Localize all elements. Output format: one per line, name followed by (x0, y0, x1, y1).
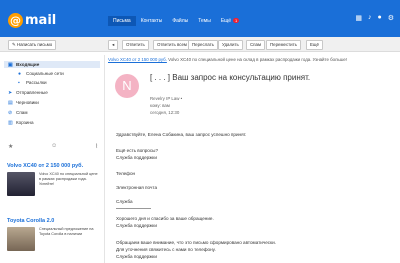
body-line: Служба поддержки (116, 155, 157, 160)
ad-block-volvo[interactable]: Volvo XC40 от 2 150 000 руб. Volvo XC40 … (7, 163, 102, 196)
forward-button[interactable]: Переслать (188, 40, 218, 50)
body-line: Обращаем ваше внимание, что это письмо с… (116, 240, 276, 245)
social-icon: ● (18, 70, 22, 77)
folder-label: Отправленные (16, 90, 48, 95)
toolbar: ✎ Написать письмо ◂ Ответить Ответить вс… (0, 37, 400, 52)
ad-line: Volvo XC40 от 2 150 000 руб. Volvo XC40 … (108, 57, 400, 65)
logo-text: mail (25, 12, 57, 28)
folder-label: Черновики (16, 100, 39, 105)
signature-divider (116, 208, 151, 209)
folder-drafts[interactable]: ▤ Черновики (8, 99, 39, 106)
nav-more-label: Ещё (220, 18, 232, 24)
top-icons: ▦ ♪ ● ⚙ (355, 14, 394, 22)
body-line: Ещё есть вопросы? (116, 148, 158, 153)
ad-image (7, 227, 35, 251)
folder-label: Корзина (16, 120, 34, 125)
back-button[interactable]: ◂ (108, 40, 119, 50)
grid-icon[interactable]: ▦ (355, 14, 362, 22)
ad-block-toyota[interactable]: Toyota Corolla 2.0 Специальный предложен… (7, 218, 102, 251)
trash-icon: ▥ (8, 119, 13, 126)
ad-line-link[interactable]: Volvo XC40 от 2 150 000 руб. (108, 57, 167, 62)
folder-social[interactable]: ● Социальные сети (18, 70, 64, 77)
body-line: Для уточнения свяжитесь с нами по телефо… (116, 247, 216, 252)
compose-label: Написать письмо (16, 42, 53, 47)
attach-icon[interactable]: ⌇ (95, 143, 98, 150)
folder-label: Спам (16, 110, 28, 115)
top-bar: @ mail Письма Контакты Файлы Темы Ещё 1 ▦ … (0, 0, 400, 37)
ad-title: Toyota Corolla 2.0 (7, 218, 55, 224)
folder-sent[interactable]: ➤ Отправленные (8, 89, 48, 96)
mail-logo[interactable]: @ mail (8, 12, 56, 28)
body-line: Электронная почта (116, 185, 157, 190)
sidebar: ▣ Входящие ● Социальные сети ▪ Рассылки ➤ От… (0, 55, 105, 263)
reply-all-button[interactable]: Ответить всем (153, 40, 191, 50)
folder-trash[interactable]: ▥ Корзина (8, 119, 34, 126)
body-line: Служба поддержки (116, 223, 157, 228)
star-icon[interactable]: ★ (8, 143, 13, 150)
folder-inbox[interactable]: ▣ Входящие (4, 61, 100, 68)
user-icon[interactable]: ☺ (51, 143, 57, 150)
nav-contacts[interactable]: Контакты (136, 16, 168, 26)
ad-title: Volvo XC40 от 2 150 000 руб. (7, 163, 84, 169)
newsletter-icon: ▪ (18, 79, 20, 86)
compose-button[interactable]: ✎ Написать письмо (8, 40, 57, 50)
recipient-line: кому: вам (150, 103, 170, 108)
side-icons: ★ ☺ ⌇ (8, 143, 98, 150)
unread-badge: 1 (233, 18, 240, 23)
ad-line-text: Volvo XC40 по специальной цене на склад … (168, 57, 348, 62)
main-nav: Письма Контакты Файлы Темы Ещё 1 (108, 16, 244, 26)
spam-button[interactable]: Спам (246, 40, 266, 50)
nav-letters[interactable]: Письма (108, 16, 136, 26)
folder-newsletters[interactable]: ▪ Рассылки (18, 79, 47, 86)
folder-label: Входящие (16, 62, 40, 67)
sender-avatar: N (115, 74, 139, 98)
body-line: Служба (116, 199, 133, 204)
user-icon[interactable]: ● (377, 14, 381, 22)
gear-icon[interactable]: ⚙ (388, 14, 394, 22)
ad-image (7, 172, 35, 196)
reply-button[interactable]: Ответить (122, 40, 149, 50)
body-line: Телефон (116, 171, 136, 176)
nav-more[interactable]: Ещё 1 (216, 16, 244, 26)
folder-label: Рассылки (26, 80, 47, 85)
folder-label: Социальные сети (26, 71, 64, 76)
more-button[interactable]: Ещё (306, 40, 323, 50)
sender-name[interactable]: Revelry IP Law • (150, 96, 182, 101)
body-greeting: Здравствуйте, Елена Собакина, ваш запрос… (116, 132, 247, 137)
message-date: сегодня, 12:30 (150, 110, 180, 115)
draft-icon: ▤ (8, 99, 13, 106)
ad-text: Volvo XC40 по специальной цене в рамках … (39, 172, 98, 186)
message-subject: [ . . . ] Ваш запрос на консультацию при… (150, 73, 311, 82)
nav-topics[interactable]: Темы (193, 16, 216, 26)
bell-icon[interactable]: ♪ (368, 14, 372, 22)
ad-text: Специальный предложение на Toyota Coroll… (39, 227, 94, 236)
nav-files[interactable]: Файлы (167, 16, 193, 26)
folder-spam[interactable]: ⊘ Спам (8, 109, 28, 116)
at-icon: @ (8, 12, 23, 28)
body-line: Хорошего дня и спасибо за ваше обращение… (116, 216, 214, 221)
body-line: Служба поддержки (116, 254, 157, 259)
sent-icon: ➤ (8, 89, 13, 96)
delete-button[interactable]: Удалить (218, 40, 243, 50)
spam-icon: ⊘ (8, 109, 13, 116)
move-button[interactable]: Переместить (266, 40, 301, 50)
inbox-icon: ▣ (8, 61, 13, 68)
